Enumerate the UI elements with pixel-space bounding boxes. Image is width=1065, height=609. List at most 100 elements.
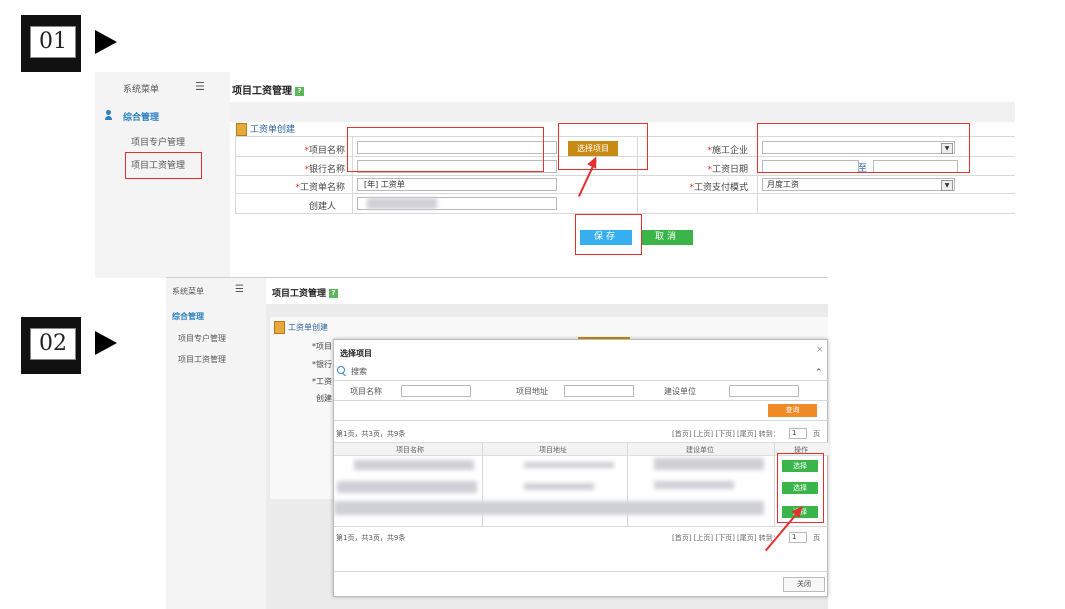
pager-links-bottom[interactable]: [首页] [上页] [下页] [尾页] 转到： — [672, 533, 780, 543]
pager-suffix: 页 — [813, 430, 820, 438]
search-icon — [337, 366, 347, 377]
bg-label: 创建 — [316, 394, 332, 403]
company-label: *施工企业 — [640, 143, 748, 156]
col-divider — [235, 136, 236, 214]
blurred-cell — [337, 481, 477, 493]
highlight-box — [347, 127, 544, 172]
highlight-box — [125, 152, 202, 179]
blurred-cell — [524, 483, 594, 490]
step-01-number: 01 — [30, 26, 76, 58]
help-icon[interactable]: ? — [295, 86, 304, 96]
pager-summary-bottom: 第1页，共3页，共9条 — [336, 534, 406, 542]
column-header: 项目名称 — [396, 446, 424, 454]
chevron-down-icon: ▼ — [941, 180, 953, 191]
step-01-arrow-icon — [95, 30, 117, 54]
sidebar-title: 系统菜单 — [123, 85, 160, 95]
build-unit-search-input[interactable] — [729, 385, 799, 397]
divider — [334, 380, 829, 381]
col-divider — [774, 442, 775, 526]
project-name-search-input[interactable] — [401, 385, 471, 397]
field-label: 建设单位 — [664, 387, 696, 396]
bg-label: *银行 — [312, 360, 332, 369]
column-header: 建设单位 — [686, 446, 714, 454]
screenshot-1: 系统菜单 ☰ 综合管理 项目专户管理 项目工资管理 项目工资管理? 工资单创建 … — [95, 72, 1015, 278]
page-title: 项目工资管理? — [232, 82, 304, 97]
user-icon — [105, 110, 113, 120]
blurred-creator — [367, 198, 437, 209]
pay-mode-value: 月度工资 — [767, 180, 799, 189]
sidebar-item-project-wage[interactable]: 项目工资管理 — [178, 354, 226, 365]
divider — [334, 400, 829, 401]
field-label: 项目名称 — [350, 387, 382, 396]
title-divider — [230, 102, 1015, 122]
wage-date-label-text: 工资日期 — [711, 165, 748, 175]
tab-label: 工资单创建 — [288, 323, 328, 332]
sidebar-group-general[interactable]: 综合管理 — [123, 110, 159, 123]
screenshot-2: 系统菜单 ☰ 综合管理 项目专户管理 项目工资管理 项目工资管理? 工资单创建 … — [166, 277, 829, 609]
highlight-box — [757, 123, 970, 173]
project-address-search-input[interactable] — [564, 385, 634, 397]
pager-page-input-bottom[interactable]: 1 — [789, 532, 807, 543]
bg-label: *工资 — [312, 377, 332, 386]
help-icon[interactable]: ? — [329, 289, 339, 298]
tab-payroll-create[interactable]: 工资单创建 — [274, 321, 328, 334]
payroll-name-input[interactable]: [年] 工资单 — [357, 178, 557, 191]
clipboard-icon — [274, 321, 285, 334]
pager-links[interactable]: [首页] [上页] [下页] [尾页] 转到： — [672, 429, 780, 439]
search-section-label: 搜索 — [351, 367, 367, 376]
page-title: 项目工资管理? — [272, 286, 339, 299]
collapse-icon[interactable]: ⌃ — [815, 368, 823, 378]
wage-date-label: *工资日期 — [640, 162, 748, 175]
clipboard-icon — [236, 123, 247, 136]
bank-name-label: *银行名称 — [235, 162, 345, 175]
blurred-cell — [354, 460, 474, 470]
step-02-number: 02 — [30, 328, 76, 360]
column-header: 项目地址 — [539, 446, 567, 454]
page-title-text: 项目工资管理 — [272, 289, 327, 299]
field-label: 项目地址 — [516, 387, 548, 396]
pay-mode-label-text: 工资支付模式 — [693, 183, 748, 193]
divider — [334, 526, 829, 527]
query-button[interactable]: 查询 — [768, 404, 817, 417]
blurred-cell — [524, 462, 614, 468]
bank-name-label-text: 银行名称 — [308, 165, 345, 175]
pager-summary: 第1页，共3页，共9条 — [336, 430, 406, 438]
divider — [334, 420, 829, 421]
close-icon[interactable]: × — [816, 345, 824, 355]
step-02-badge: 02 — [21, 317, 81, 374]
project-name-label-text: 项目名称 — [308, 146, 345, 156]
blurred-cell — [334, 501, 764, 515]
pay-mode-label: *工资支付模式 — [640, 180, 748, 193]
company-label-text: 施工企业 — [711, 146, 748, 156]
cancel-button[interactable]: 取消 — [641, 230, 693, 245]
payroll-name-label: *工资单名称 — [235, 180, 345, 193]
step-02-arrow-icon — [95, 331, 117, 355]
payroll-name-label-text: 工资单名称 — [299, 183, 345, 193]
pay-mode-select[interactable]: 月度工资 ▼ — [762, 178, 955, 191]
divider — [334, 571, 829, 572]
sidebar-title: 系统菜单 — [172, 287, 204, 296]
sidebar-group-general[interactable]: 综合管理 — [172, 311, 204, 322]
close-button[interactable]: 关闭 — [783, 577, 825, 592]
blurred-cell — [654, 458, 764, 470]
tab-label: 工资单创建 — [250, 125, 296, 135]
menu-toggle-icon[interactable]: ☰ — [235, 284, 244, 295]
pager-suffix-bottom: 页 — [813, 534, 820, 542]
sidebar-item-project-account[interactable]: 项目专户管理 — [178, 333, 226, 344]
dialog-title: 选择项目 — [340, 349, 372, 358]
highlight-box — [558, 123, 648, 170]
tab-payroll-create[interactable]: 工资单创建 — [236, 122, 295, 136]
project-name-label: *项目名称 — [235, 143, 345, 156]
select-project-dialog: 选择项目 × 搜索 ⌃ 项目名称 项目地址 建设单位 查询 第1页，共3页，共9… — [333, 339, 829, 597]
pager-page-input[interactable]: 1 — [789, 428, 807, 439]
step-01-badge: 01 — [21, 15, 81, 72]
page-title-text: 项目工资管理 — [232, 86, 292, 97]
bg-label: *项目 — [312, 342, 332, 351]
highlight-box — [575, 214, 642, 255]
sidebar: 系统菜单 ☰ 综合管理 项目专户管理 项目工资管理 — [95, 72, 230, 278]
menu-toggle-icon[interactable]: ☰ — [195, 80, 205, 93]
sidebar: 系统菜单 ☰ 综合管理 项目专户管理 项目工资管理 — [166, 278, 266, 609]
sidebar-item-project-account[interactable]: 项目专户管理 — [131, 135, 185, 148]
creator-label: 创建人 — [308, 202, 336, 212]
blurred-cell — [654, 481, 734, 489]
